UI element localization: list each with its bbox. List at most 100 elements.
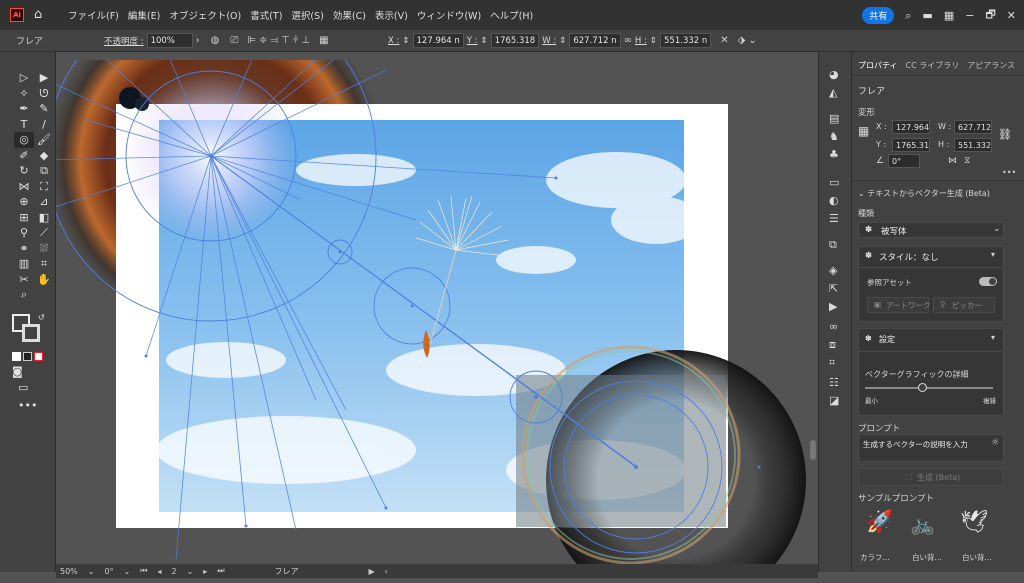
tab-cc-libraries[interactable]: CC ライブラリ	[906, 60, 960, 75]
align-panel-icon[interactable]: ☷	[829, 376, 839, 389]
vertical-scrollbar-thumb[interactable]	[810, 440, 816, 460]
free-transform-tool-icon[interactable]: ⛶	[34, 179, 54, 195]
direct-selection-tool-icon[interactable]: ▶	[34, 70, 54, 86]
first-artboard-icon[interactable]: ⏮	[140, 566, 147, 576]
slice-tool-icon[interactable]: ✂	[14, 272, 34, 288]
color-mode-icon[interactable]	[12, 352, 21, 361]
more-options[interactable]: •••	[1002, 168, 1016, 177]
export-icon[interactable]: ⇱	[829, 282, 838, 295]
sample-label-1[interactable]: カラフ...	[860, 552, 890, 563]
canvas-area[interactable]	[56, 60, 818, 564]
menu-select[interactable]: 選択(S)	[291, 8, 323, 22]
transparency-icon[interactable]: ☰	[829, 212, 839, 225]
align-middle-icon[interactable]: ⫩	[293, 35, 299, 46]
symbols-icon[interactable]: ♣	[829, 148, 839, 161]
share-button[interactable]: 共有	[862, 7, 895, 24]
menu-view[interactable]: 表示(V)	[375, 8, 408, 22]
h-field[interactable]: 551.332 n	[660, 33, 712, 48]
swatches-icon[interactable]: ▤	[829, 112, 839, 125]
dropdown-arrow-icon[interactable]: ▾	[991, 250, 995, 259]
tab-properties[interactable]: プロパティ	[858, 60, 898, 75]
gradient-panel-icon[interactable]: ◐	[829, 194, 839, 207]
symbol-sprayer-tool-icon[interactable]: ⛆	[34, 241, 54, 257]
shaper-tool-icon[interactable]: ✐	[14, 148, 34, 164]
flip-vertical-icon[interactable]: ⧖	[964, 156, 970, 166]
last-artboard-icon[interactable]: ⏭	[217, 566, 224, 576]
w-stepper-icon[interactable]: ⇕	[559, 36, 566, 46]
align-bottom-icon[interactable]: ⊥	[301, 35, 310, 46]
pathfinder-icon[interactable]: ⧈	[829, 338, 836, 352]
h-stepper-icon[interactable]: ⇕	[650, 36, 657, 46]
gradient-mode-icon[interactable]	[23, 352, 32, 361]
tab-appearance[interactable]: アピアランス	[967, 60, 1015, 75]
x-stepper-icon[interactable]: ⇕	[402, 36, 409, 46]
workspace-icon[interactable]: ▬	[922, 9, 932, 22]
transform-panel-icon[interactable]: ⌗	[829, 356, 835, 370]
actions-icon[interactable]: ▶	[829, 300, 837, 313]
artboards-panel-icon[interactable]: ⧉	[829, 238, 837, 252]
type-dropdown[interactable]: ✽ 被写体 ⌄	[858, 222, 1004, 238]
gradient-tool-icon[interactable]: ◧	[34, 210, 54, 226]
chevron-right-icon[interactable]: ›	[196, 35, 200, 46]
chevron-down-icon[interactable]: ⌄	[88, 567, 95, 576]
search-icon[interactable]: ⌕	[905, 9, 911, 23]
reference-point-icon[interactable]: ▦	[858, 124, 869, 138]
rocket-icon[interactable]: 🚀	[866, 510, 893, 535]
menu-file[interactable]: ファイル(F)	[68, 8, 119, 22]
recolor-icon[interactable]: ◍	[211, 35, 220, 46]
transform-icon[interactable]: ✕	[720, 35, 728, 46]
eyedropper-tool-icon[interactable]: ⚲	[14, 225, 34, 241]
mesh-tool-icon[interactable]: ⊞	[14, 210, 34, 226]
rotation-value[interactable]: 0°	[104, 567, 113, 576]
reference-point-icon[interactable]: ▦	[319, 35, 328, 46]
x-field[interactable]: 127.964	[892, 120, 930, 134]
angle-field[interactable]: 0°	[888, 154, 920, 168]
stroke-swatch[interactable]	[22, 324, 40, 342]
artboard-tool-icon[interactable]: ⌗	[34, 256, 54, 272]
opacity-field[interactable]: 100%	[146, 33, 193, 48]
prompt-input[interactable]: 生成するベクターの説明を入力 ☼	[858, 434, 1004, 462]
menu-type[interactable]: 書式(T)	[250, 8, 282, 22]
zoom-level[interactable]: 50%	[60, 567, 78, 576]
bulb-icon[interactable]: ☼	[991, 438, 999, 448]
detail-slider-thumb[interactable]	[918, 383, 928, 392]
blend-tool-icon[interactable]: ⚭	[14, 241, 34, 257]
eraser-tool-icon[interactable]: ◆	[34, 148, 54, 164]
chevron-down-icon[interactable]: ⌄	[748, 35, 756, 46]
layers-icon[interactable]: ◈	[829, 264, 837, 277]
zoom-tool-icon[interactable]: ⌕	[14, 287, 34, 303]
perspective-grid-tool-icon[interactable]: ⊿	[34, 194, 54, 210]
y-field[interactable]: 1765.31	[892, 138, 930, 152]
pen-tool-icon[interactable]: ✒	[14, 101, 34, 117]
magic-wand-tool-icon[interactable]: ✧	[14, 86, 34, 102]
bird-icon[interactable]: 🕊	[960, 510, 988, 535]
flip-horizontal-icon[interactable]: ⋈	[948, 156, 957, 166]
align-left-icon[interactable]: ⊫	[247, 35, 256, 46]
artwork-button[interactable]: ▣ アートワーク	[867, 297, 931, 313]
close-button[interactable]: ✕	[1007, 9, 1016, 22]
measure-tool-icon[interactable]: ⟋	[34, 225, 54, 241]
stroke-panel-icon[interactable]: ▭	[829, 176, 839, 189]
lasso-tool-icon[interactable]: ᘎ	[34, 86, 54, 102]
shape-builder-tool-icon[interactable]: ⊕	[14, 194, 34, 210]
links-icon[interactable]: ∞	[829, 320, 838, 333]
dropdown-arrow-icon[interactable]: ▾	[991, 333, 995, 342]
generate-button[interactable]: ⬚ 生成 (Beta)	[858, 468, 1004, 486]
screen-mode-icon[interactable]: ▭	[18, 380, 28, 395]
constrain-link-icon[interactable]: ⛓	[998, 128, 1012, 141]
x-field[interactable]: 127.964 n	[412, 33, 464, 48]
h-field[interactable]: 551.332	[954, 138, 992, 152]
w-field[interactable]: 627.712	[954, 120, 992, 134]
sample-label-3[interactable]: 白い背...	[962, 552, 992, 563]
width-tool-icon[interactable]: ⋈	[14, 179, 34, 195]
next-artboard-icon[interactable]: ▸	[203, 567, 207, 576]
home-icon[interactable]: ⌂	[34, 8, 48, 22]
artboard-number[interactable]: 2	[172, 567, 177, 576]
y-field[interactable]: 1765.318	[490, 33, 540, 48]
arrange-icon[interactable]: ▦	[944, 9, 954, 22]
opacity-label[interactable]: 不透明度 :	[104, 35, 144, 47]
restore-button[interactable]: 🗗	[985, 6, 995, 25]
selection-tool-icon[interactable]: ▷	[14, 70, 34, 86]
menu-effect[interactable]: 効果(C)	[333, 8, 366, 22]
bicycle-icon[interactable]: 🚲	[910, 512, 935, 536]
